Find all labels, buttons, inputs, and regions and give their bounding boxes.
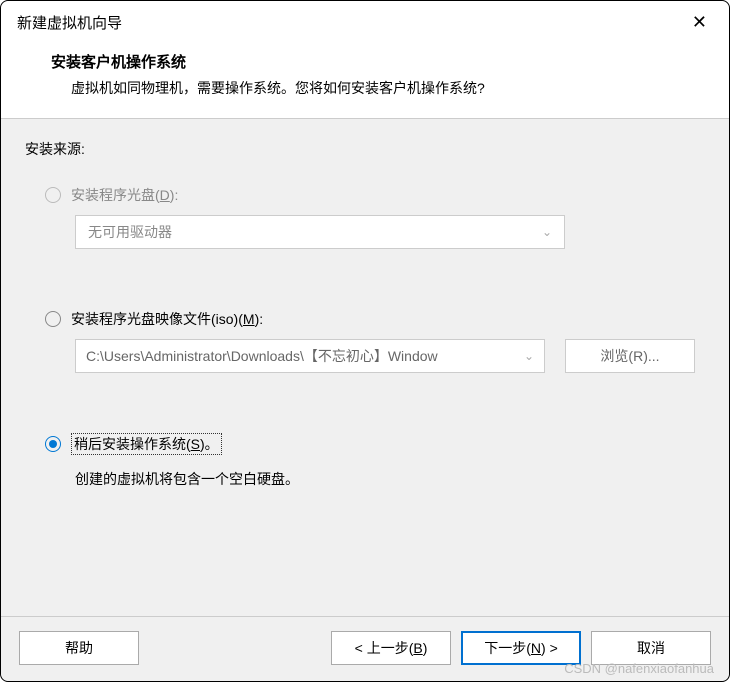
header-description: 虚拟机如同物理机，需要操作系统。您将如何安装客户机操作系统? bbox=[51, 78, 699, 98]
next-button[interactable]: 下一步(N) > bbox=[461, 631, 581, 665]
disc-dropdown-value: 无可用驱动器 bbox=[88, 222, 172, 242]
option-iso-file: 安装程序光盘映像文件(iso)(M): C:\Users\Administrat… bbox=[25, 309, 705, 373]
install-later-hint: 创建的虚拟机将包含一个空白硬盘。 bbox=[75, 469, 705, 489]
footer-left: 帮助 bbox=[19, 631, 139, 665]
option-install-later: 稍后安装操作系统(S)。 创建的虚拟机将包含一个空白硬盘。 bbox=[25, 433, 705, 489]
radio-label-later: 稍后安装操作系统(S)。 bbox=[71, 433, 222, 455]
footer: 帮助 < 上一步(B) 下一步(N) > 取消 bbox=[1, 616, 729, 681]
disc-dropdown: 无可用驱动器 ⌄ bbox=[75, 215, 565, 249]
radio-icon bbox=[45, 311, 61, 327]
option-installer-disc: 安装程序光盘(D): 无可用驱动器 ⌄ bbox=[25, 185, 705, 249]
back-button[interactable]: < 上一步(B) bbox=[331, 631, 451, 665]
radio-icon bbox=[45, 187, 61, 203]
header-title: 安装客户机操作系统 bbox=[51, 51, 699, 72]
iso-path-dropdown[interactable]: C:\Users\Administrator\Downloads\【不忘初心】W… bbox=[75, 339, 545, 373]
radio-install-later[interactable]: 稍后安装操作系统(S)。 bbox=[25, 433, 705, 455]
window-title: 新建虚拟机向导 bbox=[17, 12, 122, 33]
radio-icon bbox=[45, 436, 61, 452]
wizard-window: 新建虚拟机向导 ✕ 安装客户机操作系统 虚拟机如同物理机，需要操作系统。您将如何… bbox=[0, 0, 730, 682]
radio-installer-disc: 安装程序光盘(D): bbox=[25, 185, 705, 205]
radio-iso-file[interactable]: 安装程序光盘映像文件(iso)(M): bbox=[25, 309, 705, 329]
titlebar: 新建虚拟机向导 ✕ bbox=[1, 1, 729, 41]
chevron-down-icon: ⌄ bbox=[524, 349, 534, 363]
source-label: 安装来源: bbox=[25, 139, 705, 159]
help-button[interactable]: 帮助 bbox=[19, 631, 139, 665]
browse-button[interactable]: 浏览(R)... bbox=[565, 339, 695, 373]
radio-label-iso: 安装程序光盘映像文件(iso)(M): bbox=[71, 309, 263, 329]
close-icon[interactable]: ✕ bbox=[684, 9, 715, 35]
footer-right: < 上一步(B) 下一步(N) > 取消 bbox=[331, 631, 711, 665]
cancel-button[interactable]: 取消 bbox=[591, 631, 711, 665]
iso-row: C:\Users\Administrator\Downloads\【不忘初心】W… bbox=[75, 339, 705, 373]
radio-label-disc: 安装程序光盘(D): bbox=[71, 185, 178, 205]
header-section: 安装客户机操作系统 虚拟机如同物理机，需要操作系统。您将如何安装客户机操作系统? bbox=[1, 41, 729, 119]
chevron-down-icon: ⌄ bbox=[542, 225, 552, 239]
iso-path-value: C:\Users\Administrator\Downloads\【不忘初心】W… bbox=[86, 346, 438, 366]
body-section: 安装来源: 安装程序光盘(D): 无可用驱动器 ⌄ 安装程序光盘映像文件(iso… bbox=[1, 119, 729, 616]
